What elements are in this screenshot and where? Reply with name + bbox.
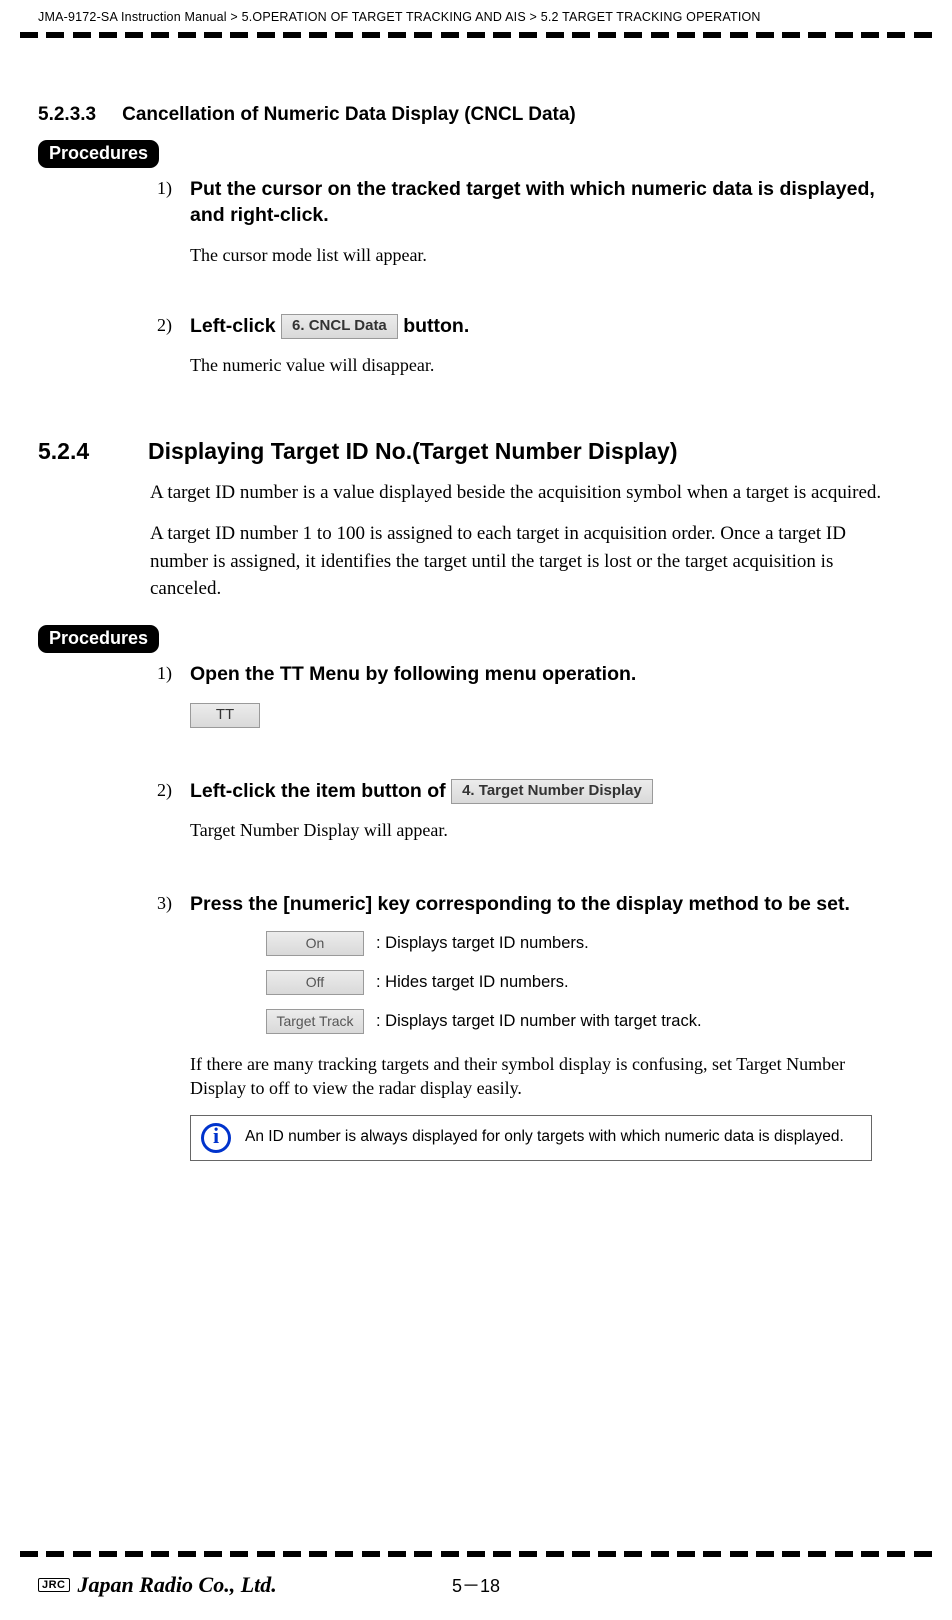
step-heading: Put the cursor on the tracked target wit… — [190, 176, 892, 229]
option-row: On : Displays target ID numbers. — [266, 931, 892, 956]
tt-button[interactable]: TT — [190, 703, 260, 728]
info-box: i An ID number is always displayed for o… — [190, 1115, 872, 1161]
divider-top — [0, 24, 952, 46]
target-track-button[interactable]: Target Track — [266, 1009, 364, 1034]
section-title: Displaying Target ID No.(Target Number D… — [148, 438, 678, 465]
cncl-data-button[interactable]: 6. CNCL Data — [281, 314, 398, 339]
step-heading: Left-click 6. CNCL Data button. — [190, 313, 892, 339]
section-number: 5.2.4 — [38, 438, 148, 465]
options-list: On : Displays target ID numbers. Off : H… — [266, 931, 892, 1034]
section-number: 5.2.3.3 — [38, 104, 96, 126]
option-desc: : Hides target ID numbers. — [376, 973, 569, 992]
step-number: 1) — [150, 661, 172, 684]
option-desc: : Displays target ID number with target … — [376, 1012, 702, 1031]
step-body-text: The numeric value will disappear. — [190, 353, 892, 377]
paragraph: A target ID number is a value displayed … — [150, 479, 892, 507]
option-row: Target Track : Displays target ID number… — [266, 1009, 892, 1034]
step-heading: Open the TT Menu by following menu opera… — [190, 661, 892, 687]
page-number: 5－18 — [452, 1572, 500, 1598]
step-body-text: The cursor mode list will appear. — [190, 243, 892, 267]
step-body-text: Target Number Display will appear. — [190, 818, 892, 842]
target-number-display-button[interactable]: 4. Target Number Display — [451, 779, 653, 804]
info-icon: i — [201, 1123, 231, 1153]
off-button[interactable]: Off — [266, 970, 364, 995]
step-heading: Left-click the item button of 4. Target … — [190, 778, 892, 804]
section-heading-5-2-4: 5.2.4 Displaying Target ID No.(Target Nu… — [38, 438, 892, 465]
procedures-badge: Procedures — [38, 625, 159, 653]
section-heading-5-2-3-3: 5.2.3.3 Cancellation of Numeric Data Dis… — [38, 104, 892, 126]
step-number: 2) — [150, 313, 172, 336]
on-button[interactable]: On — [266, 931, 364, 956]
brand-name: Japan Radio Co., Ltd. — [78, 1572, 277, 1598]
step-number: 2) — [150, 778, 172, 801]
step-heading: Press the [numeric] key corresponding to… — [190, 891, 892, 917]
breadcrumb: JMA-9172-SA Instruction Manual > 5.OPERA… — [0, 0, 952, 24]
paragraph: A target ID number 1 to 100 is assigned … — [150, 520, 892, 603]
step-number: 3) — [150, 891, 172, 914]
jrc-logo: JRC — [38, 1578, 70, 1592]
procedures-badge: Procedures — [38, 140, 159, 168]
footer: JRC Japan Radio Co., Ltd. 5－18 — [0, 1572, 952, 1598]
option-row: Off : Hides target ID numbers. — [266, 970, 892, 995]
step-number: 1) — [150, 176, 172, 199]
section-title: Cancellation of Numeric Data Display (CN… — [122, 104, 576, 126]
option-desc: : Displays target ID numbers. — [376, 934, 589, 953]
info-text: An ID number is always displayed for onl… — [245, 1127, 844, 1148]
note-text: If there are many tracking targets and t… — [190, 1052, 892, 1101]
divider-bottom — [0, 1543, 952, 1565]
